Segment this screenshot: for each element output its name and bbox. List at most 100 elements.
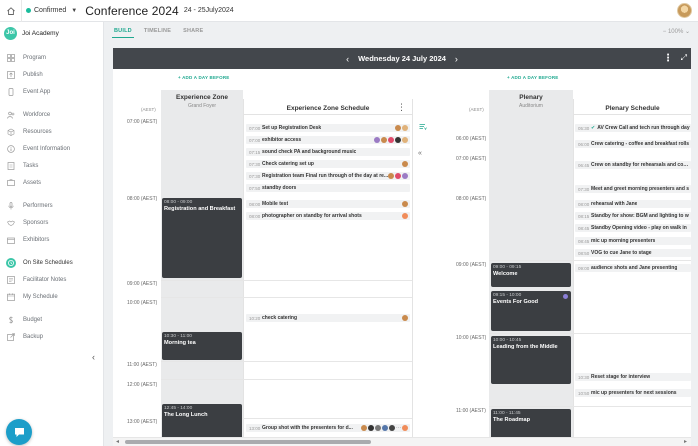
task-item[interactable]: 10:50 mic up presenters for next session… [575, 389, 691, 397]
task-item[interactable]: 08:45 mic up morning presenters [575, 237, 691, 245]
task-item[interactable]: 07:30 Check catering set up [246, 160, 410, 168]
next-day-icon[interactable]: › [455, 54, 458, 64]
avatar [361, 425, 367, 431]
avatar [368, 425, 374, 431]
sidebar-item-program[interactable]: Program [0, 52, 104, 64]
time-label: 09:00 (AEST) [456, 262, 487, 268]
session-name: Leading from the Middle [493, 344, 558, 350]
task-item[interactable]: 08:50 VOG to cue Jane to stage [575, 249, 691, 257]
sidebar-item-budget[interactable]: Budget [0, 314, 104, 326]
expand-icon[interactable]: ⤢ [681, 53, 687, 63]
sidebar-item-exhibitors[interactable]: Exhibitors [0, 234, 104, 246]
schedule-title: Plenary Schedule [605, 105, 660, 112]
sidebar-item-tasks[interactable]: Tasks [0, 160, 104, 172]
scrollbar-thumb[interactable] [125, 440, 371, 444]
task-item[interactable]: 08:00 rehearsal with Jane [575, 200, 691, 208]
sidebar-item-label: Tasks [23, 163, 39, 169]
session-block[interactable]: 12:45 - 14:00 The Long Lunch [162, 404, 242, 440]
sidebar-item-label: Workforce [23, 112, 51, 118]
task-item[interactable]: 13:00 Group shot with the presenters for… [246, 424, 410, 432]
task-item[interactable]: 07:00 exhibitor access [246, 136, 410, 144]
avatar [402, 213, 408, 219]
task-item[interactable]: 10:20 check catering [246, 314, 410, 322]
sidebar: Joi Joi Academy Program Publish Event Ap… [0, 22, 104, 446]
scroll-right-icon[interactable]: ▸ [684, 438, 687, 445]
task-item[interactable]: 07:00 Set up Registration Desk [246, 124, 410, 132]
session-block[interactable]: 09:00 - 09:15 Welcome [491, 263, 571, 287]
task-time: 05:30 [578, 125, 590, 131]
zoom-control[interactable]: − 100% ⌄ [663, 28, 690, 35]
sidebar-item-assets[interactable]: Assets [0, 177, 104, 189]
session-block[interactable]: 10:30 - 11:00 Morning tea [162, 332, 242, 360]
day-header: ‹ Wednesday 24 July 2024 › ⋮ ⤢ [113, 48, 691, 69]
session-time: 10:30 - 11:00 [164, 334, 192, 339]
horizontal-scrollbar[interactable]: ◂ ▸ [113, 437, 691, 446]
day-menu-icon[interactable]: ⋮ [663, 53, 673, 64]
task-item[interactable]: 08:00 photographer on standby for arriva… [246, 212, 410, 220]
sidebar-item-facilitator-notes[interactable]: Facilitator Notes [0, 274, 104, 286]
collapse-sidebar-icon[interactable]: ‹ [92, 352, 95, 362]
session-time: 08:00 - 09:00 [164, 200, 193, 205]
task-item[interactable]: 05:30 ✔ AV Crew Call and tech run throug… [575, 124, 691, 132]
hour-gridline [161, 280, 412, 281]
prev-day-icon[interactable]: ‹ [346, 54, 349, 64]
add-day-before-button[interactable]: + ADD A DAY BEFORE [507, 75, 559, 80]
hour-gridline [489, 260, 691, 261]
chevron-down-icon: ⌄ [684, 29, 690, 35]
sidebar-item-performers[interactable]: Performers [0, 200, 104, 212]
task-time: 07:30 [249, 161, 261, 167]
filter-list-icon[interactable] [419, 123, 427, 131]
sidebar-item-event-information[interactable]: Event Information [0, 143, 104, 155]
task-time: 06:45 [578, 162, 590, 168]
task-time: 07:00 [249, 137, 261, 143]
task-item[interactable]: 06:45 Crew on standby for rehearsals and… [575, 161, 691, 169]
task-item[interactable]: 10:30 Reset stage for interview [575, 373, 691, 381]
task-item[interactable]: 07:50 standby doors [246, 184, 410, 192]
task-name: Meet and greet morning presenters and s [591, 186, 690, 192]
schedule-menu-icon[interactable]: ⋮ [397, 102, 406, 113]
chat-support-button[interactable] [6, 419, 32, 445]
task-item[interactable]: 09:00 audience shots and Jane presenting [575, 264, 691, 272]
scroll-left-icon[interactable]: ◂ [116, 438, 119, 445]
task-item[interactable]: 07:30 Meet and greet morning presenters … [575, 185, 691, 193]
sidebar-item-resources[interactable]: Resources [0, 126, 104, 138]
session-block[interactable]: 08:00 - 09:00 Registration and Breakfast [162, 198, 242, 278]
money-icon [6, 315, 16, 325]
avatar [381, 137, 387, 143]
task-name: Registration team Final run through of t… [262, 173, 389, 179]
sidebar-item-sponsors[interactable]: Sponsors [0, 217, 104, 229]
status-dropdown[interactable]: Confirmed ▼ [26, 7, 77, 14]
home-button[interactable] [0, 0, 22, 22]
session-block[interactable]: 09:15 - 10:00 Events For Good [491, 291, 571, 331]
task-item[interactable]: 06:00 Crew catering - coffee and breakfa… [575, 140, 691, 148]
sidebar-item-workforce[interactable]: Workforce [0, 109, 104, 121]
task-name: Set up Registration Desk [262, 125, 322, 131]
task-item[interactable]: 07:30 Registration team Final run throug… [246, 172, 410, 180]
sidebar-item-backup[interactable]: Backup [0, 331, 104, 343]
task-item[interactable]: 08:45 Standby Opening video - play on wa… [575, 224, 691, 232]
divider [243, 99, 244, 437]
zoom-out-icon[interactable]: − [663, 29, 667, 35]
sidebar-item-on-site-schedules[interactable]: On Site Schedules [0, 257, 104, 269]
session-block[interactable]: 10:00 - 10:45 Leading from the Middle [491, 336, 571, 384]
user-avatar[interactable] [677, 3, 692, 18]
tab-share[interactable]: SHARE [181, 26, 205, 38]
time-label: 12:00 (AEST) [127, 382, 158, 388]
sidebar-item-publish[interactable]: Publish [0, 69, 104, 81]
task-name: rehearsal with Jane [591, 201, 638, 207]
collapse-columns-icon[interactable]: « [418, 150, 422, 157]
tab-build[interactable]: BUILD [112, 26, 134, 38]
task-item[interactable]: 08:15 Standby for show: BGM and lighting… [575, 212, 691, 220]
org-switcher[interactable]: Joi Joi Academy [0, 22, 103, 44]
sidebar-item-event-app[interactable]: Event App [0, 86, 104, 98]
tab-timeline[interactable]: TIMELINE [142, 26, 173, 38]
task-time: 08:00 [249, 201, 261, 207]
people-icon [6, 110, 16, 120]
zone-subtitle: Grand Foyer [187, 103, 217, 109]
home-icon [6, 6, 15, 15]
task-item[interactable]: 08:00 Mobile test [246, 200, 410, 208]
session-time: 12:45 - 14:00 [164, 406, 193, 411]
add-day-before-button[interactable]: + ADD A DAY BEFORE [178, 75, 230, 80]
task-item[interactable]: 07:15 sound check PA and background musi… [246, 148, 410, 156]
sidebar-item-my-schedule[interactable]: My Schedule [0, 291, 104, 303]
